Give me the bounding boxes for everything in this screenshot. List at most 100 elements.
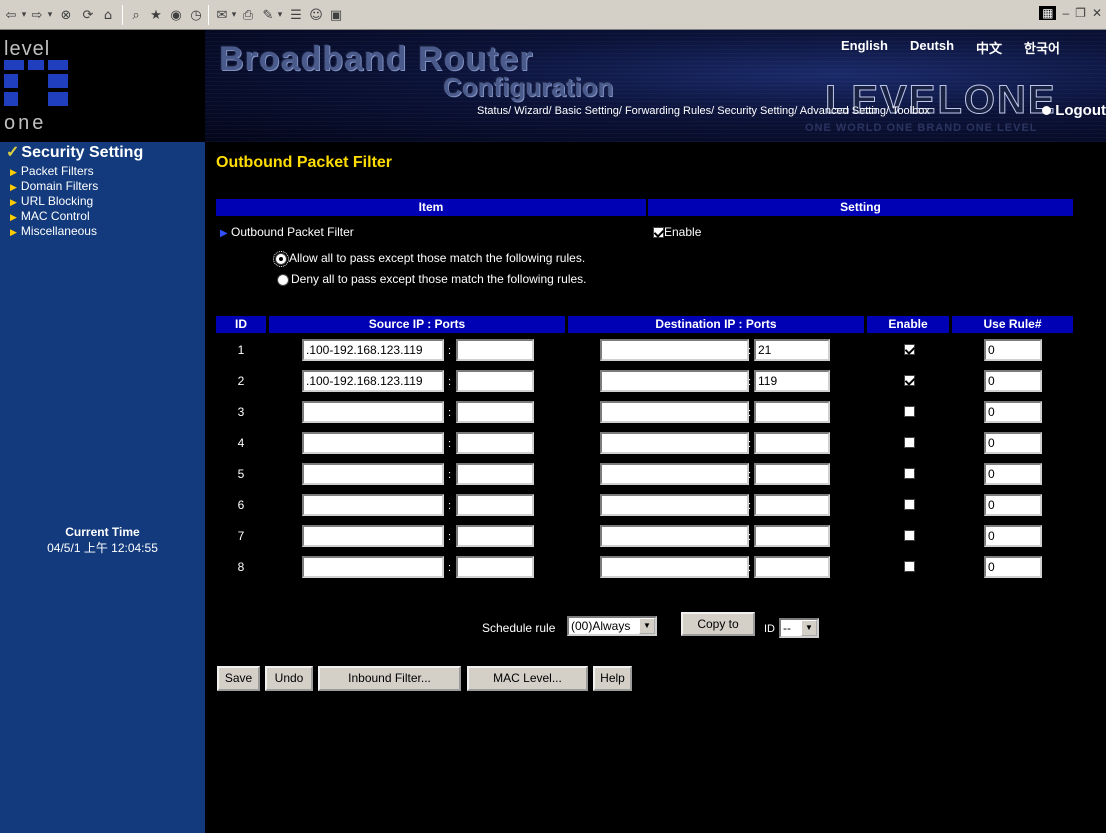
dest-port-input[interactable]: [754, 463, 830, 485]
sidebar-item-miscellaneous[interactable]: ▶ Miscellaneous: [10, 224, 98, 239]
dest-ip-input[interactable]: [600, 556, 749, 578]
home-icon[interactable]: ⌂: [100, 6, 116, 24]
source-port-input[interactable]: [456, 339, 534, 361]
source-port-input[interactable]: [456, 494, 534, 516]
back-icon[interactable]: ⇦: [4, 6, 18, 24]
rule-enable-checkbox[interactable]: [904, 406, 915, 417]
forward-dropdown-icon[interactable]: ▾: [46, 6, 54, 24]
source-port-input[interactable]: [456, 525, 534, 547]
dest-ip-input[interactable]: [600, 401, 749, 423]
use-rule-input[interactable]: [984, 370, 1042, 392]
use-rule-input[interactable]: [984, 556, 1042, 578]
source-ip-input[interactable]: [302, 525, 444, 547]
rule-enable-checkbox[interactable]: [904, 561, 915, 572]
rule-enable-checkbox[interactable]: [904, 499, 915, 510]
search-icon[interactable]: ⌕: [128, 6, 144, 24]
dest-ip-input[interactable]: [600, 525, 749, 547]
source-ip-input[interactable]: [302, 494, 444, 516]
refresh-icon[interactable]: ⟳: [80, 6, 96, 24]
stop-icon[interactable]: ⊗: [58, 6, 74, 24]
top-navigation[interactable]: Status/ Wizard/ Basic Setting/ Forwardin…: [477, 105, 930, 117]
research-icon[interactable]: ▣: [328, 6, 344, 24]
use-rule-input[interactable]: [984, 463, 1042, 485]
lang-chinese[interactable]: 中文: [976, 38, 1002, 57]
dest-port-input[interactable]: [754, 339, 830, 361]
restore-icon[interactable]: ❐: [1075, 6, 1086, 20]
logo-text-top: level: [4, 38, 51, 60]
rule-enable-checkbox[interactable]: [904, 375, 915, 386]
source-port-input[interactable]: [456, 556, 534, 578]
dest-ip-input[interactable]: [600, 370, 749, 392]
source-ip-input[interactable]: [302, 556, 444, 578]
discuss-icon[interactable]: ☰: [288, 6, 304, 24]
dest-port-input[interactable]: [754, 401, 830, 423]
edit-dropdown-icon[interactable]: ▾: [276, 6, 284, 24]
dest-port-input[interactable]: [754, 432, 830, 454]
lang-english[interactable]: English: [841, 38, 888, 57]
sidebar-item-mac-control[interactable]: ▶ MAC Control: [10, 209, 98, 224]
source-ip-input[interactable]: [302, 370, 444, 392]
dest-port-input[interactable]: [754, 494, 830, 516]
minimize-icon[interactable]: –: [1062, 6, 1069, 20]
source-ip-input[interactable]: [302, 463, 444, 485]
enable-filter[interactable]: Enable: [653, 225, 701, 239]
favorites-icon[interactable]: ★: [148, 6, 164, 24]
rule-enable-checkbox[interactable]: [904, 437, 915, 448]
source-ip-input[interactable]: [302, 401, 444, 423]
use-rule-input[interactable]: [984, 494, 1042, 516]
undo-button[interactable]: Undo: [265, 666, 313, 691]
enable-filter-checkbox[interactable]: [653, 227, 664, 239]
source-port-input[interactable]: [456, 463, 534, 485]
source-port-input[interactable]: [456, 370, 534, 392]
print-icon[interactable]: ⎙: [240, 6, 256, 24]
save-button[interactable]: Save: [217, 666, 260, 691]
mail-dropdown-icon[interactable]: ▾: [230, 6, 238, 24]
sidebar-item-url-blocking[interactable]: ▶ URL Blocking: [10, 194, 98, 209]
close-icon[interactable]: ✕: [1092, 6, 1102, 20]
allow-option[interactable]: Allow all to pass except those match the…: [273, 250, 585, 267]
mail-icon[interactable]: ✉: [214, 6, 230, 24]
dest-ip-input[interactable]: [600, 339, 749, 361]
history-icon[interactable]: ◷: [188, 6, 204, 24]
rule-enable-checkbox[interactable]: [904, 344, 915, 355]
rule-enable-checkbox[interactable]: [904, 530, 915, 541]
source-colon: :: [448, 469, 452, 481]
copy-id-select[interactable]: -- ▼: [779, 618, 819, 638]
copy-to-button[interactable]: Copy to: [681, 612, 755, 636]
source-colon: :: [448, 562, 452, 574]
lang-deutsch[interactable]: Deutsh: [910, 38, 954, 57]
schedule-rule-select[interactable]: (00)Always ▼: [567, 616, 657, 636]
media-icon[interactable]: ◉: [168, 6, 184, 24]
use-rule-input[interactable]: [984, 401, 1042, 423]
lang-korean[interactable]: 한국어: [1024, 38, 1060, 57]
forward-icon[interactable]: ⇨: [30, 6, 44, 24]
use-rule-input[interactable]: [984, 525, 1042, 547]
allow-radio[interactable]: [273, 250, 289, 267]
dest-port-input[interactable]: [754, 556, 830, 578]
dest-colon: :: [748, 438, 752, 450]
sidebar-item-packet-filters[interactable]: ▶ Packet Filters: [10, 164, 98, 179]
source-ip-input[interactable]: [302, 432, 444, 454]
mac-level-button[interactable]: MAC Level...: [467, 666, 588, 691]
source-port-input[interactable]: [456, 432, 534, 454]
dest-port-input[interactable]: [754, 525, 830, 547]
sidebar-item-domain-filters[interactable]: ▶ Domain Filters: [10, 179, 98, 194]
enable-filter-label: Enable: [664, 225, 702, 239]
messenger-icon[interactable]: ☺: [308, 6, 324, 24]
dest-port-input[interactable]: [754, 370, 830, 392]
rule-enable-checkbox[interactable]: [904, 468, 915, 479]
edit-icon[interactable]: ✎: [260, 6, 276, 24]
use-rule-input[interactable]: [984, 339, 1042, 361]
dest-ip-input[interactable]: [600, 494, 749, 516]
help-button[interactable]: Help: [593, 666, 632, 691]
source-ip-input[interactable]: [302, 339, 444, 361]
source-port-input[interactable]: [456, 401, 534, 423]
use-rule-input[interactable]: [984, 432, 1042, 454]
inbound-filter-button[interactable]: Inbound Filter...: [318, 666, 461, 691]
dest-ip-input[interactable]: [600, 432, 749, 454]
logout-link[interactable]: Logout: [1042, 102, 1106, 119]
deny-option[interactable]: Deny all to pass except those match the …: [277, 272, 587, 286]
back-dropdown-icon[interactable]: ▾: [20, 6, 28, 24]
dest-ip-input[interactable]: [600, 463, 749, 485]
deny-radio[interactable]: [277, 273, 289, 286]
